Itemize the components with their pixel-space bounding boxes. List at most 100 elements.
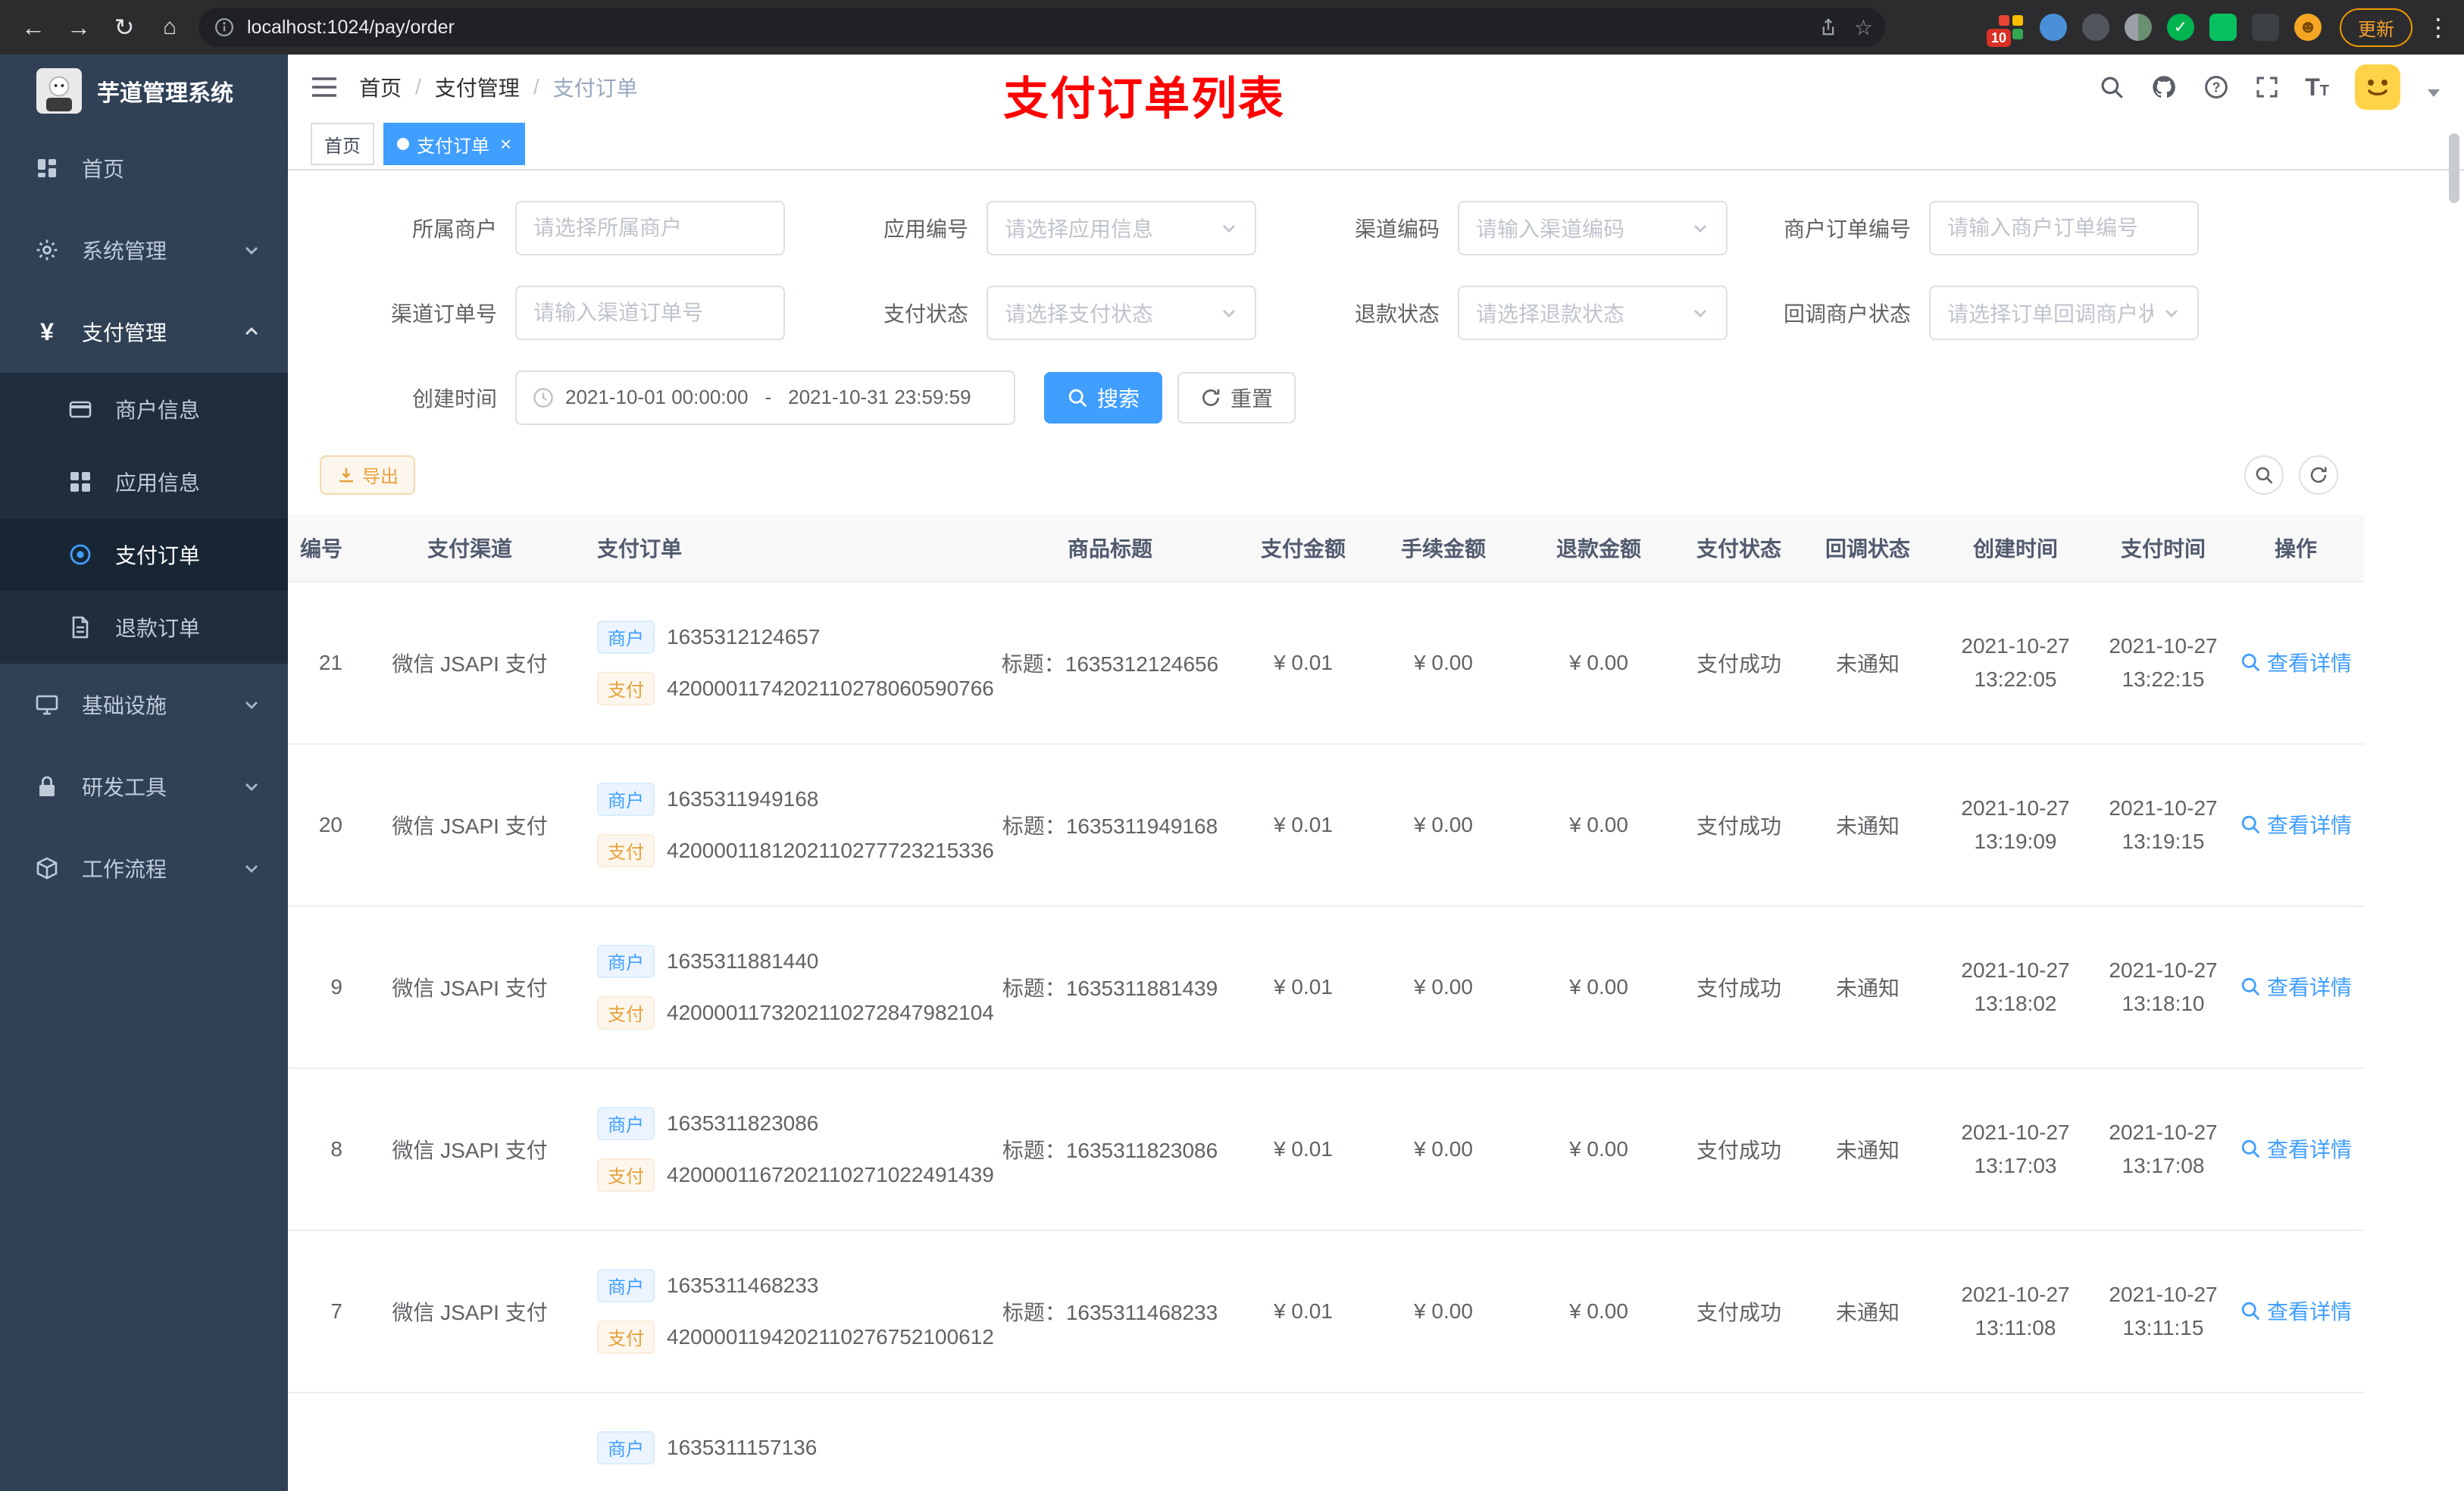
merchant-order-no-input[interactable]: [1929, 200, 2199, 255]
product-title-cell: 标题：1635311881439: [977, 905, 1243, 1069]
extension-check-icon[interactable]: ✓: [2167, 14, 2194, 41]
scrollbar-thumb[interactable]: [2449, 133, 2459, 203]
column-header-3: 商品标题: [977, 514, 1243, 583]
product-title-cell: [977, 1392, 1243, 1491]
tab-close-icon[interactable]: ×: [500, 133, 511, 156]
breadcrumb-payment[interactable]: 支付管理: [435, 72, 520, 102]
sidebar-item-infrastructure[interactable]: 基础设施: [0, 664, 288, 746]
logo-avatar: [36, 68, 82, 114]
home-icon[interactable]: ⌂: [150, 8, 189, 47]
pay-amount-cell: ¥ 0.01: [1243, 581, 1364, 745]
chevron-down-icon: [242, 241, 261, 259]
user-avatar[interactable]: [2355, 64, 2400, 111]
filter-label: 所属商户: [411, 217, 497, 241]
bookmark-star-icon[interactable]: ☆: [1854, 15, 1873, 40]
help-icon[interactable]: ?: [2203, 74, 2229, 100]
table-row: 8 微信 JSAPI 支付 商户 1635311823086 支付 42000011…: [288, 1067, 2364, 1231]
site-info-icon[interactable]: [214, 17, 235, 38]
card-icon: [64, 397, 97, 421]
sidebar-item-payment[interactable]: ¥ 支付管理: [0, 291, 288, 373]
share-icon[interactable]: [1818, 17, 1839, 38]
search-icon[interactable]: [2099, 74, 2125, 100]
sidebar-item-pay-order[interactable]: 支付订单: [0, 518, 288, 591]
fullscreen-icon[interactable]: [2255, 75, 2279, 99]
order-id-cell: [288, 1392, 364, 1491]
view-detail-link[interactable]: 查看详情: [2240, 809, 2352, 839]
font-size-icon[interactable]: TT: [2305, 73, 2329, 102]
sidebar-item-dev-tools[interactable]: 研发工具: [0, 746, 288, 827]
sidebar-item-app-info[interactable]: 应用信息: [0, 445, 288, 518]
extension-chat-icon[interactable]: [2209, 14, 2237, 41]
navbar-actions: ? TT: [2099, 64, 2441, 111]
pay-amount-cell: [1243, 1392, 1364, 1491]
channel-code-select[interactable]: 请输入渠道编码: [1458, 200, 1728, 255]
merchant-tag: 商户: [597, 1268, 655, 1302]
extension-duo-icon[interactable]: [2125, 14, 2152, 41]
forward-icon[interactable]: →: [59, 8, 98, 47]
select-placeholder: 请输入渠道编码: [1476, 217, 1625, 241]
url-text[interactable]: localhost:1024/pay/order: [247, 17, 1818, 39]
view-detail-link[interactable]: 查看详情: [2240, 647, 2352, 677]
browser-menu-icon[interactable]: ⋮: [2426, 13, 2450, 42]
merchant-input[interactable]: [515, 200, 785, 255]
filter-channel-code: 渠道编码 请输入渠道编码: [1261, 200, 1728, 255]
view-detail-link[interactable]: 查看详情: [2240, 971, 2352, 1002]
payment-submenu: 商户信息 应用信息 支付订单 退款订单: [0, 373, 288, 664]
sidebar-item-system[interactable]: 系统管理: [0, 209, 288, 291]
breadcrumb-home[interactable]: 首页: [359, 72, 402, 102]
fee-amount-cell: ¥ 0.00: [1364, 1067, 1523, 1231]
pay-status-cell: 支付成功: [1674, 581, 1803, 745]
export-button[interactable]: 导出: [320, 455, 415, 495]
callback-status-select[interactable]: 请选择订单回调商户状态: [1929, 285, 2199, 340]
date-range-input[interactable]: 2021-10-01 00:00:00 - 2021-10-31 23:59:5…: [515, 370, 1015, 425]
view-detail-label: 查看详情: [2266, 814, 2352, 838]
merchant-tag: 商户: [597, 782, 655, 816]
back-icon[interactable]: ←: [14, 8, 53, 47]
search-button[interactable]: 搜索: [1044, 371, 1163, 424]
caret-down-icon[interactable]: [2426, 87, 2441, 99]
filter-row-1: 所属商户 应用编号 请选择应用信息 渠道编码 请输入渠道编码 商户订单编号: [288, 200, 2464, 255]
browser-toolbar: ← → ↻ ⌂ localhost:1024/pay/order ☆ 10 ✓ …: [0, 0, 2464, 55]
merchant-order-no: 1635311949168: [667, 786, 819, 811]
extension-blue-icon[interactable]: [2040, 14, 2067, 41]
refresh-table-icon[interactable]: [2299, 455, 2338, 495]
app-logo[interactable]: 芋道管理系统: [0, 55, 288, 127]
view-icon: [2241, 815, 2259, 833]
github-icon[interactable]: [2150, 73, 2178, 101]
app-id-select[interactable]: 请选择应用信息: [987, 200, 1256, 255]
pay-amount-cell: ¥ 0.01: [1243, 1230, 1364, 1393]
sidebar-item-home[interactable]: 首页: [0, 127, 288, 209]
address-bar[interactable]: localhost:1024/pay/order ☆: [199, 8, 1885, 47]
chevron-down-icon: [242, 777, 261, 796]
refund-status-select[interactable]: 请选择退款状态: [1458, 285, 1728, 340]
date-end-value: 2021-10-31 23:59:59: [788, 386, 971, 409]
chrome-update-button[interactable]: 更新: [2340, 8, 2412, 47]
extension-pin-icon[interactable]: [2252, 14, 2279, 41]
channel-order-no-input[interactable]: [515, 285, 785, 340]
grid-icon: [64, 470, 97, 494]
fee-amount-cell: ¥ 0.00: [1364, 1230, 1523, 1393]
reload-icon[interactable]: ↻: [105, 8, 144, 47]
reset-button[interactable]: 重置: [1177, 371, 1296, 424]
sidebar-item-label: 系统管理: [82, 239, 167, 263]
pay-tag: 支付: [597, 1320, 655, 1354]
tab-pay-order[interactable]: 支付订单 ×: [383, 123, 526, 166]
chevron-down-icon: [1220, 219, 1238, 237]
view-detail-link[interactable]: 查看详情: [2240, 1133, 2352, 1164]
sidebar-item-merchant-info[interactable]: 商户信息: [0, 373, 288, 445]
view-detail-link[interactable]: 查看详情: [2240, 1296, 2352, 1326]
pay-status-select[interactable]: 请选择支付状态: [987, 285, 1256, 340]
pay-status-cell: 支付成功: [1674, 1067, 1803, 1231]
hamburger-icon[interactable]: [311, 75, 338, 99]
extension-dark-icon[interactable]: [2082, 14, 2109, 41]
chevron-down-icon: [1220, 304, 1238, 322]
extension-puzzle-icon[interactable]: 10: [1987, 14, 2025, 47]
tab-home[interactable]: 首页: [311, 123, 374, 166]
sidebar-item-refund-order[interactable]: 退款订单: [0, 591, 288, 664]
cube-icon: [30, 856, 64, 880]
pay-channel-cell: 微信 JSAPI 支付: [364, 1067, 576, 1231]
profile-face-icon[interactable]: ☻: [2294, 14, 2322, 41]
svg-text:?: ?: [2212, 80, 2221, 95]
toggle-search-icon[interactable]: [2244, 455, 2284, 495]
sidebar-item-workflow[interactable]: 工作流程: [0, 827, 288, 909]
